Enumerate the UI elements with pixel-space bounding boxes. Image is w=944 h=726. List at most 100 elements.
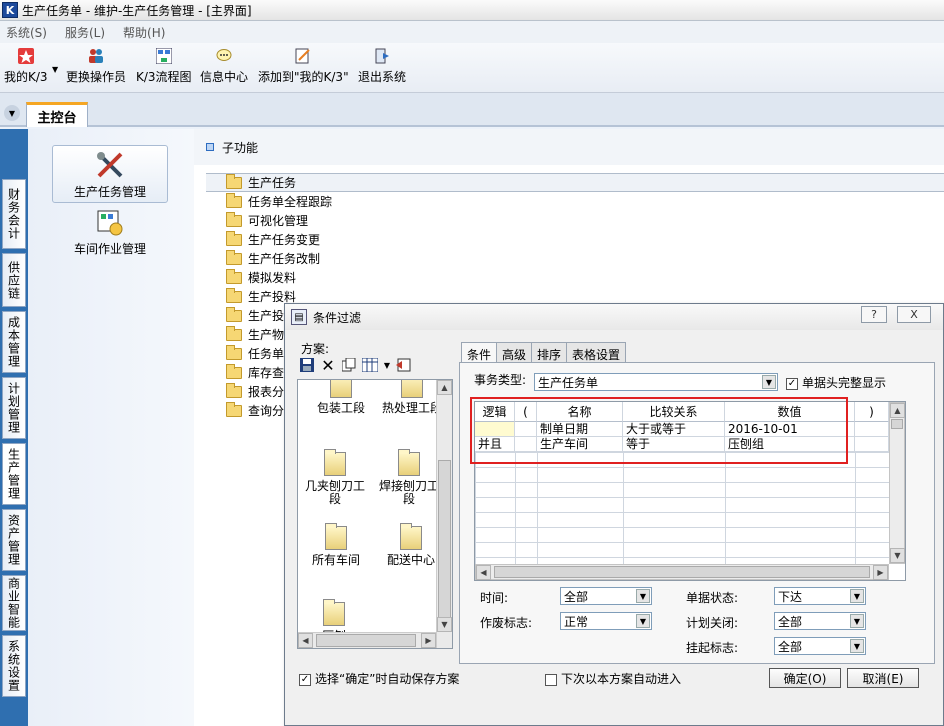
table-cell[interactable]: 生产车间 (537, 437, 623, 452)
suspend-select[interactable]: 全部 ▼ (774, 637, 866, 655)
menu-system[interactable]: 系统(S) (6, 24, 47, 41)
tree-item[interactable]: 生产物 (226, 325, 284, 344)
scheme-item[interactable]: 配送中心 (378, 523, 444, 567)
tree-item[interactable]: 模拟发料 (226, 268, 296, 287)
table-cell[interactable]: 制单日期 (537, 422, 623, 437)
scheme-item[interactable]: 几夹刨刀工段 (300, 449, 370, 506)
scheme-item[interactable]: 所有车间 (306, 523, 366, 567)
menu-service[interactable]: 服务(L) (65, 24, 105, 41)
scheme-list-vscrollbar[interactable]: ▲ ▼ (436, 380, 452, 648)
vtab-production[interactable]: 生产管理 (2, 443, 26, 505)
tab-menu-chevron-icon[interactable]: ▼ (4, 105, 20, 121)
table-cell[interactable] (475, 422, 515, 437)
table-cell[interactable]: 2016-10-01 (725, 422, 855, 437)
folder-icon (226, 401, 242, 417)
checkbox-unchecked-icon[interactable] (545, 673, 557, 686)
tree-item[interactable]: 生产任务变更 (226, 230, 320, 249)
scheme-item[interactable]: 包装工段 (306, 380, 376, 415)
vtab-settings[interactable]: 系统设置 (2, 635, 26, 697)
scroll-thumb[interactable] (494, 566, 870, 578)
vtab-bi[interactable]: 商业智能 (2, 575, 26, 631)
my-k3-dropdown[interactable]: ▼ (52, 65, 58, 74)
vtab-assets[interactable]: 资产管理 (2, 509, 26, 571)
scroll-down-icon[interactable]: ▼ (437, 617, 452, 632)
col-header-logic[interactable]: 逻辑 (475, 402, 515, 422)
checkbox-checked-icon[interactable]: ✓ (786, 377, 798, 390)
table-cell[interactable]: 并且 (475, 437, 515, 452)
table-cell[interactable] (855, 422, 889, 437)
module-workshop[interactable]: 车间作业管理 (58, 209, 162, 261)
vtab-supply-chain[interactable]: 供应链 (2, 253, 26, 307)
tree-item[interactable]: 库存查 (226, 363, 284, 382)
void-flag-select[interactable]: 正常 ▼ (560, 612, 652, 630)
vtab-finance[interactable]: 财务会计 (2, 179, 26, 249)
auto-save-checkbox[interactable]: ✓ 选择“确定”时自动保存方案 (299, 670, 459, 687)
table-cell[interactable] (855, 437, 889, 452)
folder-icon (226, 268, 242, 284)
chevron-down-icon[interactable]: ▼ (383, 357, 391, 373)
plan-close-select[interactable]: 全部 ▼ (774, 612, 866, 630)
scroll-thumb[interactable] (438, 460, 451, 620)
help-button[interactable]: ? (861, 306, 887, 323)
tree-item[interactable]: 可视化管理 (226, 211, 308, 230)
table-cell[interactable]: 压刨组 (725, 437, 855, 452)
my-k3-button[interactable]: 我的K/3 (4, 47, 48, 85)
scroll-thumb[interactable] (891, 419, 903, 429)
col-header-close-paren[interactable]: ) (855, 402, 889, 422)
grid-hscrollbar[interactable]: ◀ ▶ (475, 564, 889, 580)
tree-item[interactable]: 任务单 (226, 344, 284, 363)
menu-help[interactable]: 帮助(H) (123, 24, 165, 41)
scroll-left-icon[interactable]: ◀ (476, 565, 491, 580)
col-header-open-paren[interactable]: ( (515, 402, 537, 422)
exit-button[interactable]: 退出系统 (358, 47, 406, 85)
scroll-down-icon[interactable]: ▼ (890, 548, 905, 563)
grid-vscrollbar[interactable]: ▲ ▼ (889, 402, 905, 564)
auto-enter-checkbox[interactable]: 下次以本方案自动进入 (545, 670, 681, 687)
col-header-name[interactable]: 名称 (537, 402, 623, 422)
tree-item[interactable]: 生产任务改制 (226, 249, 320, 268)
scroll-up-icon[interactable]: ▲ (437, 380, 452, 395)
time-select[interactable]: 全部 ▼ (560, 587, 652, 605)
add-to-my-k3-button[interactable]: 添加到"我的K/3" (258, 47, 349, 85)
scheme-list-hscrollbar[interactable]: ◀ ▶ (298, 632, 436, 648)
dialog-title-bar: ▤ 条件过滤 (285, 304, 943, 330)
table-cell[interactable] (515, 422, 537, 437)
table-cell[interactable] (515, 437, 537, 452)
ok-button[interactable]: 确定(O) (769, 668, 841, 688)
col-header-value[interactable]: 数值 (725, 402, 855, 422)
doc-status-select[interactable]: 下达 ▼ (774, 587, 866, 605)
toolbar: 我的K/3 ▼ 更换操作员 K/3流程图 信息中心 添加到"我的K/3" 退出系… (0, 43, 944, 93)
col-header-comparison[interactable]: 比较关系 (623, 402, 725, 422)
tree-item[interactable]: 生产投 (226, 306, 284, 325)
grid-view-icon[interactable] (362, 357, 378, 373)
tree-item[interactable]: 查询分 (226, 401, 284, 420)
vtab-planning[interactable]: 计划管理 (2, 377, 26, 439)
table-cell[interactable]: 等于 (623, 437, 725, 452)
delete-icon[interactable]: ✕ (320, 356, 336, 375)
vtab-cost[interactable]: 成本管理 (2, 311, 26, 373)
import-icon[interactable] (396, 357, 412, 373)
scroll-right-icon[interactable]: ▶ (421, 633, 436, 648)
scroll-up-icon[interactable]: ▲ (890, 403, 905, 418)
table-cell[interactable]: 大于或等于 (623, 422, 725, 437)
module-production-task[interactable]: 生产任务管理 (52, 145, 168, 203)
scheme-item[interactable]: 焊接刨刀工段 (372, 449, 446, 506)
tree-item[interactable]: 任务单全程跟踪 (226, 192, 332, 211)
scroll-left-icon[interactable]: ◀ (298, 633, 313, 648)
full-header-checkbox[interactable]: ✓ 单据头完整显示 (786, 374, 886, 391)
business-type-select[interactable]: 生产任务单 ▼ (534, 373, 778, 391)
save-icon[interactable] (299, 357, 315, 373)
tab-main-console[interactable]: 主控台 (26, 102, 88, 127)
info-center-button[interactable]: 信息中心 (200, 47, 248, 85)
scroll-thumb[interactable] (316, 634, 416, 647)
copy-icon[interactable] (341, 357, 357, 373)
scroll-right-icon[interactable]: ▶ (873, 565, 888, 580)
folder-icon (226, 382, 242, 398)
checkbox-checked-icon[interactable]: ✓ (299, 673, 311, 686)
tree-item-production-task[interactable]: 生产任务 (206, 173, 944, 192)
change-user-button[interactable]: 更换操作员 (66, 47, 126, 85)
tree-item[interactable]: 报表分 (226, 382, 284, 401)
flowchart-button[interactable]: K/3流程图 (136, 47, 192, 85)
cancel-button[interactable]: 取消(E) (847, 668, 919, 688)
close-button[interactable]: X (897, 306, 931, 323)
